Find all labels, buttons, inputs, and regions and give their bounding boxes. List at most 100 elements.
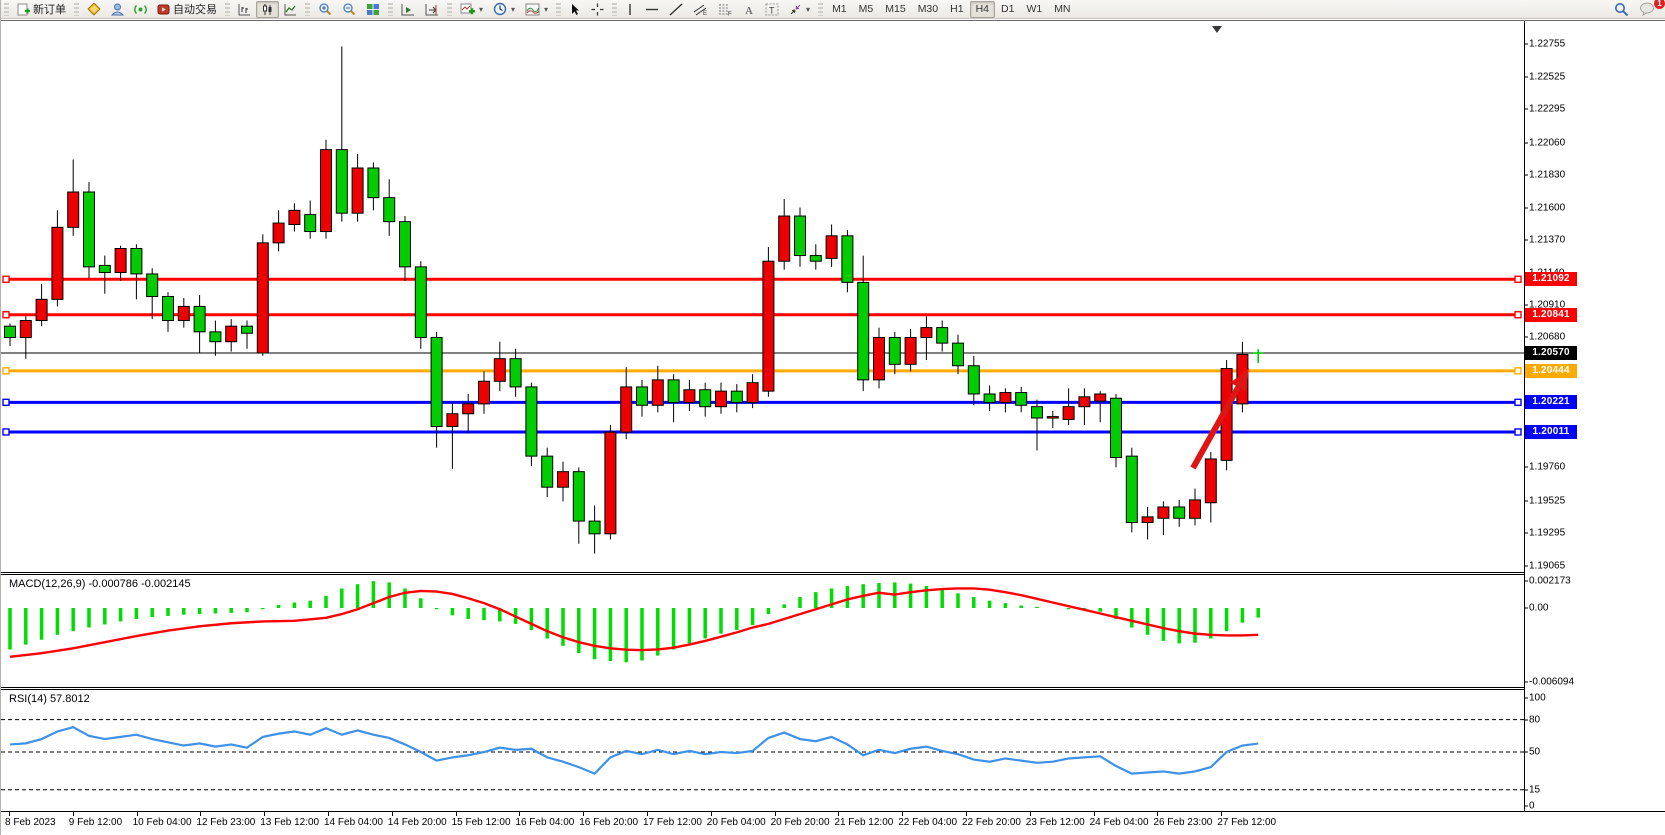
label-tool-button[interactable]: T [760, 1, 784, 18]
line-chart-icon [284, 3, 297, 16]
date-label: 22 Feb 04:00 [898, 817, 957, 828]
toolbar-grip [556, 3, 561, 16]
rsi-tick-label: 80 [1529, 714, 1540, 725]
svg-text:E: E [703, 11, 707, 16]
price-tick-label: 1.19525 [1529, 495, 1565, 506]
timeframe-button-M5[interactable]: M5 [853, 1, 880, 18]
search-button[interactable] [1609, 1, 1634, 18]
date-label: 8 Feb 2023 [5, 817, 56, 828]
svg-text:T: T [769, 5, 775, 15]
date-label: 20 Feb 04:00 [707, 817, 766, 828]
timeframe-button-H1[interactable]: H1 [944, 1, 969, 18]
chevron-down-icon: ▾ [806, 5, 810, 14]
toolbar-grip [388, 3, 393, 16]
autotrade-icon [157, 3, 170, 16]
time-axis[interactable]: 8 Feb 20239 Feb 12:0010 Feb 04:0012 Feb … [1, 811, 1665, 835]
arrows-tool-button[interactable]: ▾ [784, 1, 815, 18]
auto-scroll-button[interactable] [396, 1, 420, 18]
channel-tool-button[interactable]: E [688, 1, 713, 18]
axis-tick [1524, 698, 1528, 699]
notification-badge: 1 [1654, 0, 1665, 9]
axis-tick [1524, 207, 1528, 208]
community-icon [111, 3, 124, 16]
rsi-plot [1, 690, 1524, 811]
text-label-icon: T [765, 3, 779, 16]
price-flag-1.20570: 1.20570 [1525, 346, 1577, 360]
date-tick [519, 812, 520, 816]
axis-tick [1524, 76, 1528, 77]
axis-tick [1524, 752, 1528, 753]
text-tool-button[interactable]: A [738, 1, 760, 18]
date-label: 9 Feb 12:00 [69, 817, 122, 828]
line-chart-button[interactable] [279, 1, 302, 18]
autotrade-button[interactable]: 自动交易 [152, 1, 222, 18]
price-tick-label: 1.22295 [1529, 104, 1565, 115]
tile-windows-button[interactable] [361, 1, 385, 18]
macd-panel[interactable]: MACD(12,26,9) -0.000786 -0.002145 [1, 575, 1524, 687]
axis-tick [1524, 337, 1528, 338]
chat-button[interactable]: 1 [1634, 1, 1660, 18]
cursor-tool-button[interactable] [564, 1, 586, 18]
toolbar: 新订单 自动交易 [1, 0, 1665, 19]
crosshair-tool-button[interactable] [586, 1, 609, 18]
price-flag-1.20444: 1.20444 [1525, 364, 1577, 378]
vline-tool-button[interactable] [620, 1, 640, 18]
rsi-panel[interactable]: RSI(14) 57.8012 [1, 690, 1524, 811]
date-tick [328, 812, 329, 816]
price-tick-label: 1.19760 [1529, 462, 1565, 473]
templates-button[interactable]: ▾ [520, 1, 553, 18]
price-tick-label: 1.21830 [1529, 170, 1565, 181]
signals-button[interactable] [129, 1, 152, 18]
timeframe-button-MN[interactable]: MN [1048, 1, 1076, 18]
timeframe-button-M15[interactable]: M15 [879, 1, 911, 18]
add-indicator-icon [460, 3, 475, 16]
community-button[interactable] [106, 1, 129, 18]
rsi-tick-label: 50 [1529, 747, 1540, 758]
timeframe-button-M1[interactable]: M1 [826, 1, 853, 18]
axis-tick [1524, 719, 1528, 720]
timeframe-button-W1[interactable]: W1 [1020, 1, 1048, 18]
chart-shift-button[interactable] [420, 1, 444, 18]
zoom-in-button[interactable] [313, 1, 337, 18]
new-order-icon [17, 3, 30, 16]
bar-chart-button[interactable] [233, 1, 256, 18]
price-tick-label: 1.20680 [1529, 332, 1565, 343]
date-tick [264, 812, 265, 816]
toolbar-grip [74, 3, 79, 16]
clock-icon [493, 2, 507, 16]
timeframe-button-H4[interactable]: H4 [970, 1, 995, 18]
date-tick [711, 812, 712, 816]
candlestick-plot [1, 23, 1524, 572]
add-indicator-button[interactable]: ▾ [455, 1, 488, 18]
price-tick-label: 1.21600 [1529, 202, 1565, 213]
zoom-out-button[interactable] [337, 1, 361, 18]
candle-chart-button[interactable] [256, 1, 279, 18]
trendline-tool-button[interactable] [664, 1, 688, 18]
price-flag-1.20841: 1.20841 [1525, 308, 1577, 322]
hline-tool-button[interactable] [640, 1, 664, 18]
chart-shift-marker[interactable] [1212, 26, 1222, 33]
date-label: 27 Feb 12:00 [1217, 817, 1276, 828]
market-button[interactable] [82, 1, 106, 18]
timeframe-button-M30[interactable]: M30 [912, 1, 944, 18]
tile-windows-icon [366, 3, 380, 16]
toolbar-grip [447, 3, 452, 16]
mt4-window: 新订单 自动交易 [0, 0, 1665, 835]
market-icon [87, 3, 101, 16]
date-tick [137, 812, 138, 816]
date-tick [456, 812, 457, 816]
price-tick-label: 1.19295 [1529, 528, 1565, 539]
date-label: 14 Feb 20:00 [388, 817, 447, 828]
timeframe-button-D1[interactable]: D1 [995, 1, 1020, 18]
date-label: 15 Feb 12:00 [452, 817, 511, 828]
periods-button[interactable]: ▾ [488, 1, 520, 18]
price-panel[interactable] [1, 23, 1524, 572]
chart-window[interactable]: ▼ GBPUSD-,H4 1.20570 1.20596 1.20501 1.2… [1, 20, 1665, 835]
date-tick [9, 812, 10, 816]
rsi-tick-label: 0 [1529, 801, 1535, 812]
fibonacci-tool-button[interactable]: F [713, 1, 738, 18]
toolbar-grip [818, 3, 823, 16]
date-label: 12 Feb 23:00 [196, 817, 255, 828]
new-order-button[interactable]: 新订单 [12, 1, 71, 18]
toolbar-grip [225, 3, 230, 16]
